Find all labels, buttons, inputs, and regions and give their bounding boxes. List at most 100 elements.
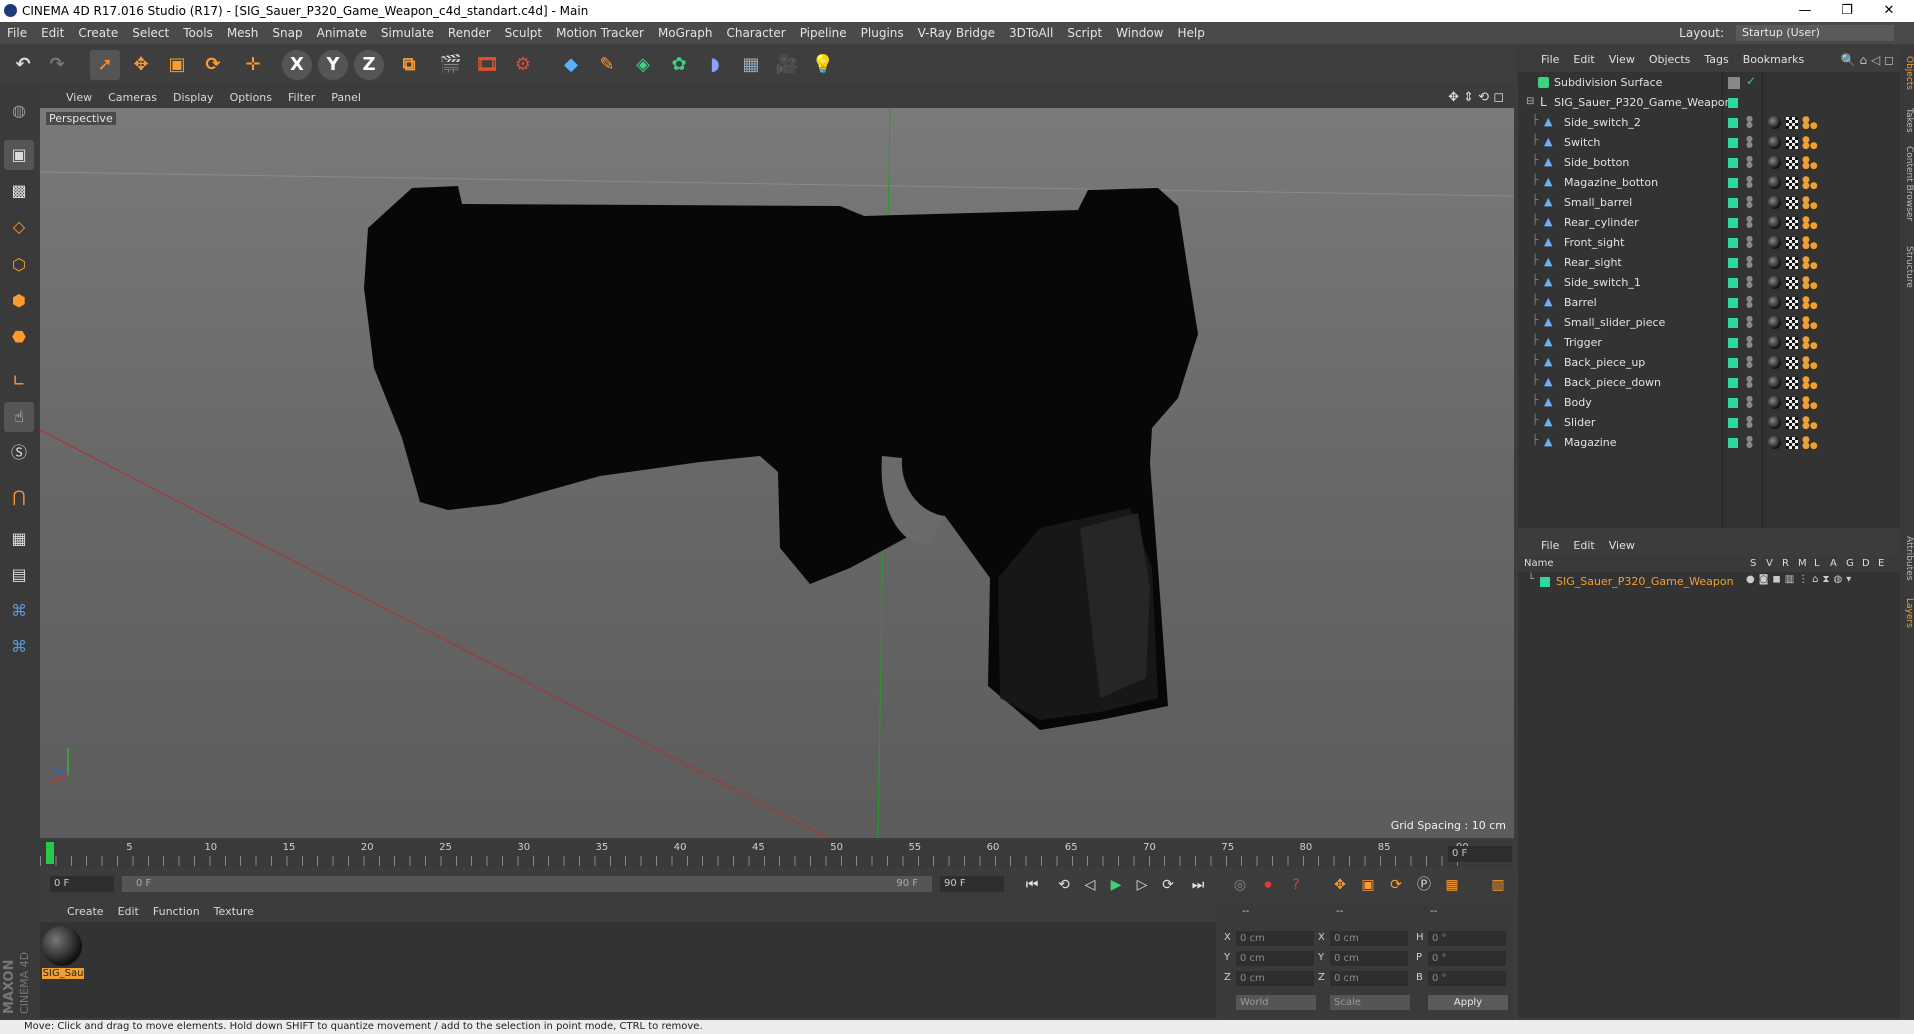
- object-row[interactable]: ├ ▲ Magazine_botton ● ● ● ●●: [1518, 173, 1900, 193]
- layer-color-swatch[interactable]: [1728, 298, 1738, 308]
- key-rotation-icon[interactable]: ⟳: [1384, 874, 1408, 896]
- camera-icon[interactable]: 🎥: [772, 50, 802, 80]
- objects-menu-edit[interactable]: Edit: [1566, 50, 1601, 70]
- material-tag-icon[interactable]: [1768, 396, 1781, 409]
- rotate-tool-icon[interactable]: ⟳: [198, 50, 228, 80]
- menu-animate[interactable]: Animate: [310, 22, 374, 44]
- material-tag-icon[interactable]: [1768, 336, 1781, 349]
- material-tag-icon[interactable]: [1768, 156, 1781, 169]
- material-tag-icon[interactable]: [1768, 276, 1781, 289]
- coordinate-system-icon[interactable]: ⧉: [394, 50, 424, 80]
- object-row[interactable]: ├ ▲ Back_piece_down ● ● ● ●●: [1518, 373, 1900, 393]
- uvw-tag-icon[interactable]: [1786, 317, 1798, 329]
- start-frame-field[interactable]: 0 F: [50, 876, 114, 892]
- visibility-dots-icon[interactable]: ● ●: [1746, 395, 1753, 409]
- material-tag-icon[interactable]: [1768, 356, 1781, 369]
- record-active-icon[interactable]: ⏺: [1256, 874, 1280, 896]
- record-keys-off-icon[interactable]: ◎: [1228, 874, 1252, 896]
- uvw-tag-icon[interactable]: [1786, 277, 1798, 289]
- visibility-dots-icon[interactable]: ● ●: [1746, 215, 1753, 229]
- layer-color-swatch[interactable]: [1728, 378, 1738, 388]
- minimize-button[interactable]: —: [1790, 2, 1820, 20]
- light-icon[interactable]: 💡: [808, 50, 838, 80]
- material-tag-icon[interactable]: [1768, 256, 1781, 269]
- texture-mode-icon[interactable]: ▩: [4, 176, 34, 206]
- restore-button[interactable]: ❐: [1832, 2, 1862, 20]
- model-mode-icon[interactable]: ▣: [4, 140, 34, 170]
- material-menu-texture[interactable]: Texture: [207, 902, 261, 922]
- layer-color-swatch[interactable]: [1728, 398, 1738, 408]
- layer-color-swatch[interactable]: [1728, 278, 1738, 288]
- layer-column-header[interactable]: L: [1814, 558, 1820, 569]
- python-script-icon[interactable]: ⌘: [4, 596, 34, 626]
- menu-pipeline[interactable]: Pipeline: [793, 22, 854, 44]
- edges-mode-icon[interactable]: ⬢: [4, 286, 34, 316]
- menu-select[interactable]: Select: [125, 22, 176, 44]
- object-manager-tools-icons[interactable]: 🔍 ⌂ ◁ ◻: [1841, 53, 1894, 67]
- objects-menu-objects[interactable]: Objects: [1642, 50, 1698, 70]
- visibility-dots-icon[interactable]: ● ●: [1746, 315, 1753, 329]
- object-row[interactable]: ├ ▲ Small_slider_piece ● ● ● ●●: [1518, 313, 1900, 333]
- coordinate-mode-select[interactable]: Scale: [1330, 995, 1410, 1010]
- autokey-icon[interactable]: ?: [1284, 874, 1308, 896]
- layout-select[interactable]: Startup (User): [1736, 25, 1894, 41]
- material-tag-icon[interactable]: [1768, 216, 1781, 229]
- material-tag-icon[interactable]: [1768, 296, 1781, 309]
- viewport-menu-options[interactable]: Options: [222, 88, 280, 108]
- viewport-menu-panel[interactable]: Panel: [323, 88, 369, 108]
- snap-icon[interactable]: Ⓢ: [4, 438, 34, 468]
- layers-menu-view[interactable]: View: [1602, 536, 1642, 556]
- object-row[interactable]: ├ ▲ Barrel ● ● ● ●●: [1518, 293, 1900, 313]
- collapse-icon[interactable]: ⊟: [1526, 96, 1534, 107]
- pen-spline-icon[interactable]: ✎: [592, 50, 622, 80]
- viewport-menu-view[interactable]: View: [58, 88, 100, 108]
- pistol-model[interactable]: [364, 186, 1198, 730]
- menu-plugins[interactable]: Plugins: [854, 22, 911, 44]
- menu-3dtoall[interactable]: 3DToAll: [1002, 22, 1060, 44]
- cloner-icon[interactable]: ✿: [664, 50, 694, 80]
- lock-workplane-icon[interactable]: ▦: [4, 524, 34, 554]
- menu-render[interactable]: Render: [441, 22, 498, 44]
- uvw-tag-icon[interactable]: [1786, 377, 1798, 389]
- object-row-root[interactable]: ⊟ L SIG_Sauer_P320_Game_Weapon: [1518, 93, 1900, 113]
- layer-toggle-icon[interactable]: [1728, 77, 1740, 89]
- visibility-dots-icon[interactable]: ● ●: [1746, 115, 1753, 129]
- move-tool-icon[interactable]: ✥: [126, 50, 156, 80]
- material-menu-create[interactable]: Create: [60, 902, 111, 922]
- close-button[interactable]: ✕: [1874, 2, 1904, 20]
- selection-tag-icon[interactable]: ● ●●: [1802, 256, 1818, 271]
- layer-color-swatch[interactable]: [1728, 118, 1738, 128]
- key-pla-icon[interactable]: ▦: [1440, 874, 1464, 896]
- menu-create[interactable]: Create: [71, 22, 125, 44]
- z-axis-lock-icon[interactable]: Z: [354, 50, 384, 80]
- visibility-dots-icon[interactable]: ● ●: [1746, 295, 1753, 309]
- tab-attributes[interactable]: Attributes: [1900, 536, 1914, 580]
- material-tag-icon[interactable]: [1768, 236, 1781, 249]
- play-forward-icon[interactable]: ▶: [1104, 874, 1128, 896]
- uvw-tag-icon[interactable]: [1786, 397, 1798, 409]
- end-frame-field[interactable]: 90 F: [940, 876, 1004, 892]
- tab-takes[interactable]: Takes: [1900, 108, 1914, 133]
- layer-color-swatch[interactable]: [1728, 138, 1738, 148]
- layer-color-swatch[interactable]: [1728, 218, 1738, 228]
- transform-tool-icon[interactable]: ✛: [238, 50, 268, 80]
- python-console-icon[interactable]: ⌘: [4, 632, 34, 662]
- uvw-tag-icon[interactable]: [1786, 197, 1798, 209]
- material-menu-function[interactable]: Function: [146, 902, 207, 922]
- rot-b-field[interactable]: 0 °: [1428, 971, 1506, 986]
- next-key-icon[interactable]: ⟳: [1156, 874, 1180, 896]
- selection-tag-icon[interactable]: ● ●●: [1802, 436, 1818, 451]
- uvw-tag-icon[interactable]: [1786, 237, 1798, 249]
- coordinate-space-select[interactable]: World: [1236, 995, 1316, 1010]
- layer-column-header[interactable]: R: [1782, 558, 1789, 569]
- scale-tool-icon[interactable]: ▣: [162, 50, 192, 80]
- material-tag-icon[interactable]: [1768, 116, 1781, 129]
- layer-flag-icons[interactable]: ●◙◼▥⋮⌂⧗◍▾: [1746, 574, 1855, 585]
- menu-character[interactable]: Character: [719, 22, 792, 44]
- menu-sculpt[interactable]: Sculpt: [498, 22, 549, 44]
- selection-tag-icon[interactable]: ● ●●: [1802, 176, 1818, 191]
- visibility-dots-icon[interactable]: ● ●: [1746, 275, 1753, 289]
- 3d-viewport[interactable]: Perspective Grid Spacing : 10 cm: [40, 108, 1514, 838]
- object-row[interactable]: ├ ▲ Magazine ● ● ● ●●: [1518, 433, 1900, 453]
- render-picture-viewer-icon[interactable]: 🎞: [472, 50, 502, 80]
